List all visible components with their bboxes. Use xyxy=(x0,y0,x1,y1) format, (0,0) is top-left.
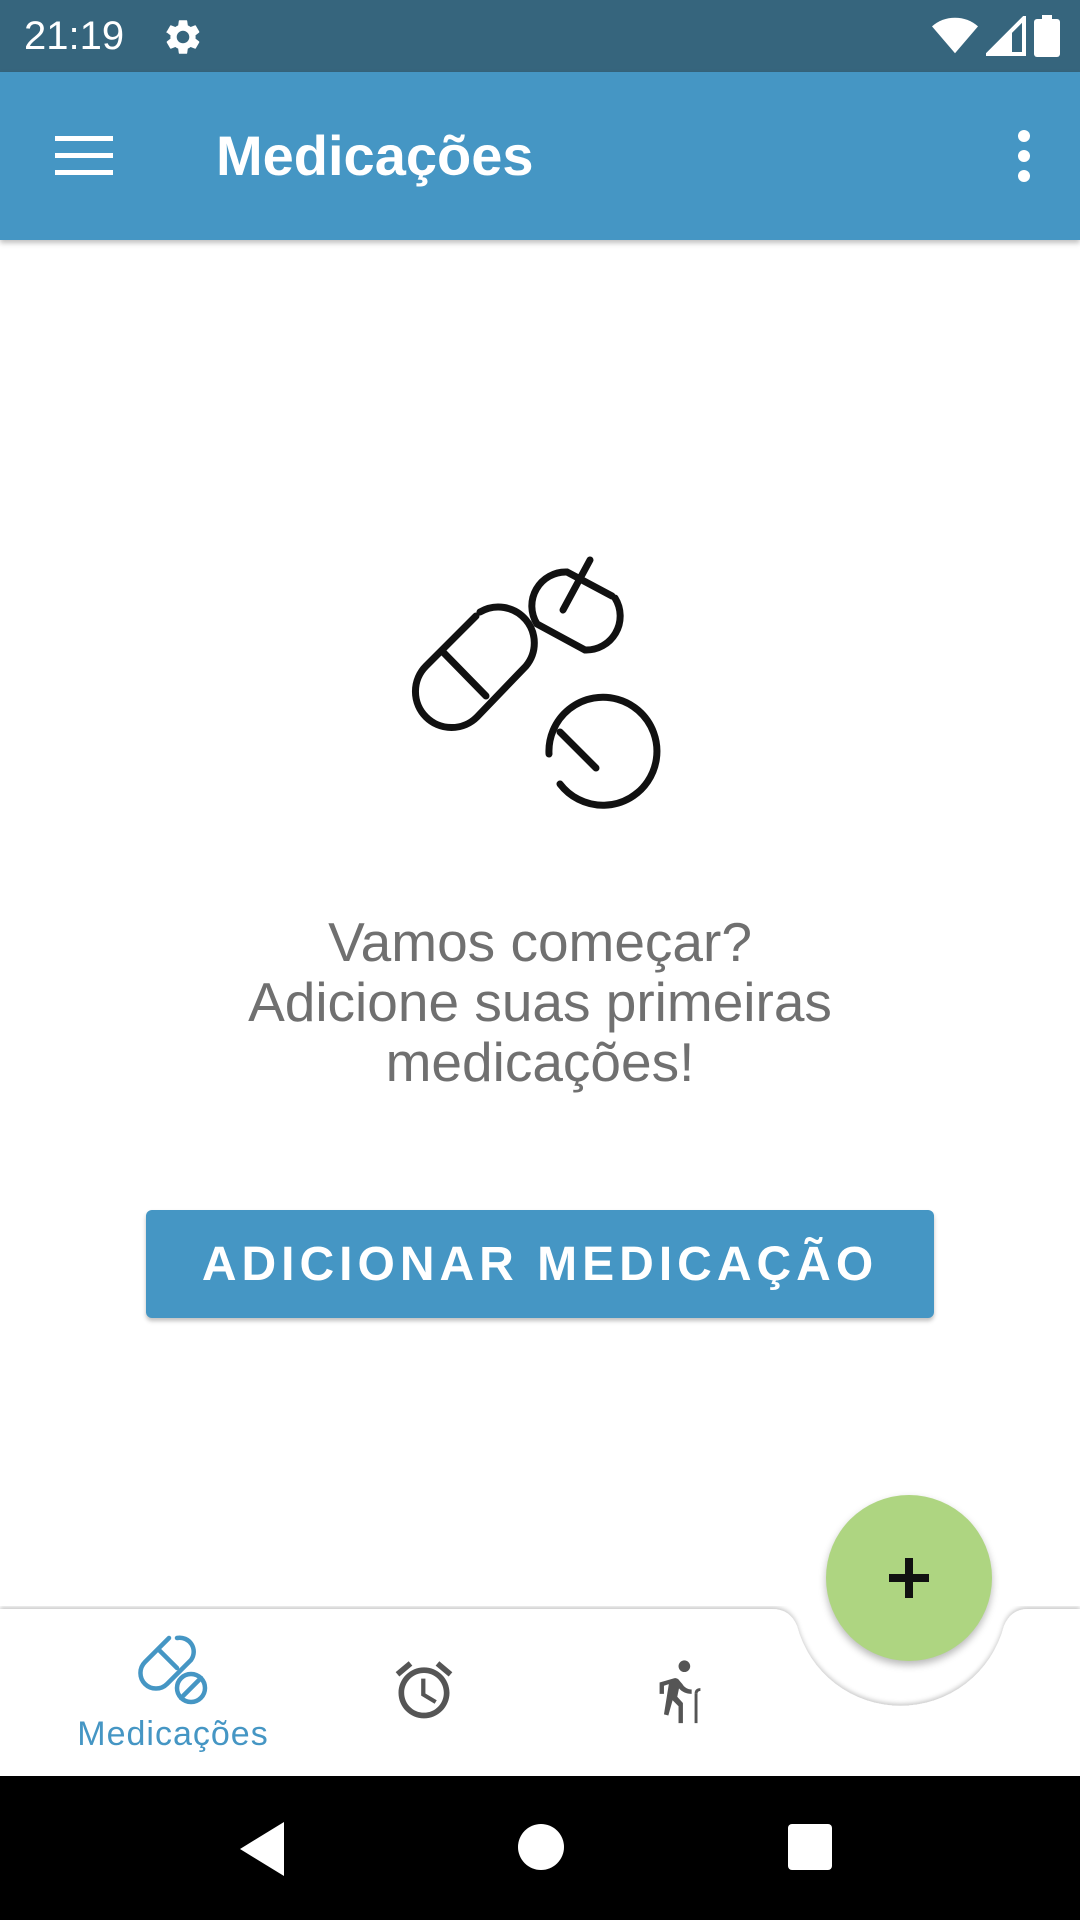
empty-state-line: medicações! xyxy=(385,1031,695,1093)
hamburger-menu-icon xyxy=(55,136,113,175)
add-fab-button[interactable] xyxy=(826,1495,992,1661)
system-navigation-bar xyxy=(0,1776,1080,1920)
wifi-icon xyxy=(932,17,978,54)
alarm-icon xyxy=(395,1661,453,1719)
recents-icon[interactable] xyxy=(788,1824,832,1870)
more-vert-icon xyxy=(1018,130,1030,182)
menu-button[interactable] xyxy=(36,112,132,200)
add-medication-button[interactable]: ADICIONAR MEDICAÇÃO xyxy=(146,1210,934,1318)
empty-state-message: Vamos começar? Adicione suas primeiras m… xyxy=(140,912,940,1092)
app-bar: Medicações xyxy=(0,72,1080,240)
overflow-menu-button[interactable] xyxy=(988,112,1060,200)
battery-icon xyxy=(1034,15,1060,57)
nav-item-activity[interactable] xyxy=(632,1606,728,1776)
settings-gear-icon xyxy=(166,20,200,54)
screen: 21:19 Medicações Vamos começar? Adicione… xyxy=(0,0,1080,1920)
empty-state-line: Adicione suas primeiras xyxy=(248,971,832,1033)
status-time: 21:19 xyxy=(24,14,125,58)
back-icon[interactable] xyxy=(240,1822,294,1876)
elderly-walking-icon xyxy=(659,1660,701,1724)
cell-signal-icon xyxy=(986,16,1026,56)
nav-item-alarms[interactable] xyxy=(376,1606,472,1776)
home-icon[interactable] xyxy=(518,1824,564,1870)
nav-item-label: Medicações xyxy=(77,1715,269,1753)
pills-icon xyxy=(411,556,661,809)
status-icons xyxy=(932,14,1060,58)
nav-item-medications[interactable]: Medicações xyxy=(60,1606,286,1776)
empty-state-line: Vamos começar? xyxy=(328,911,752,973)
status-bar: 21:19 xyxy=(0,0,1080,72)
pill-icon xyxy=(138,1635,208,1705)
plus-icon xyxy=(889,1558,929,1598)
page-title: Medicações xyxy=(216,124,534,187)
